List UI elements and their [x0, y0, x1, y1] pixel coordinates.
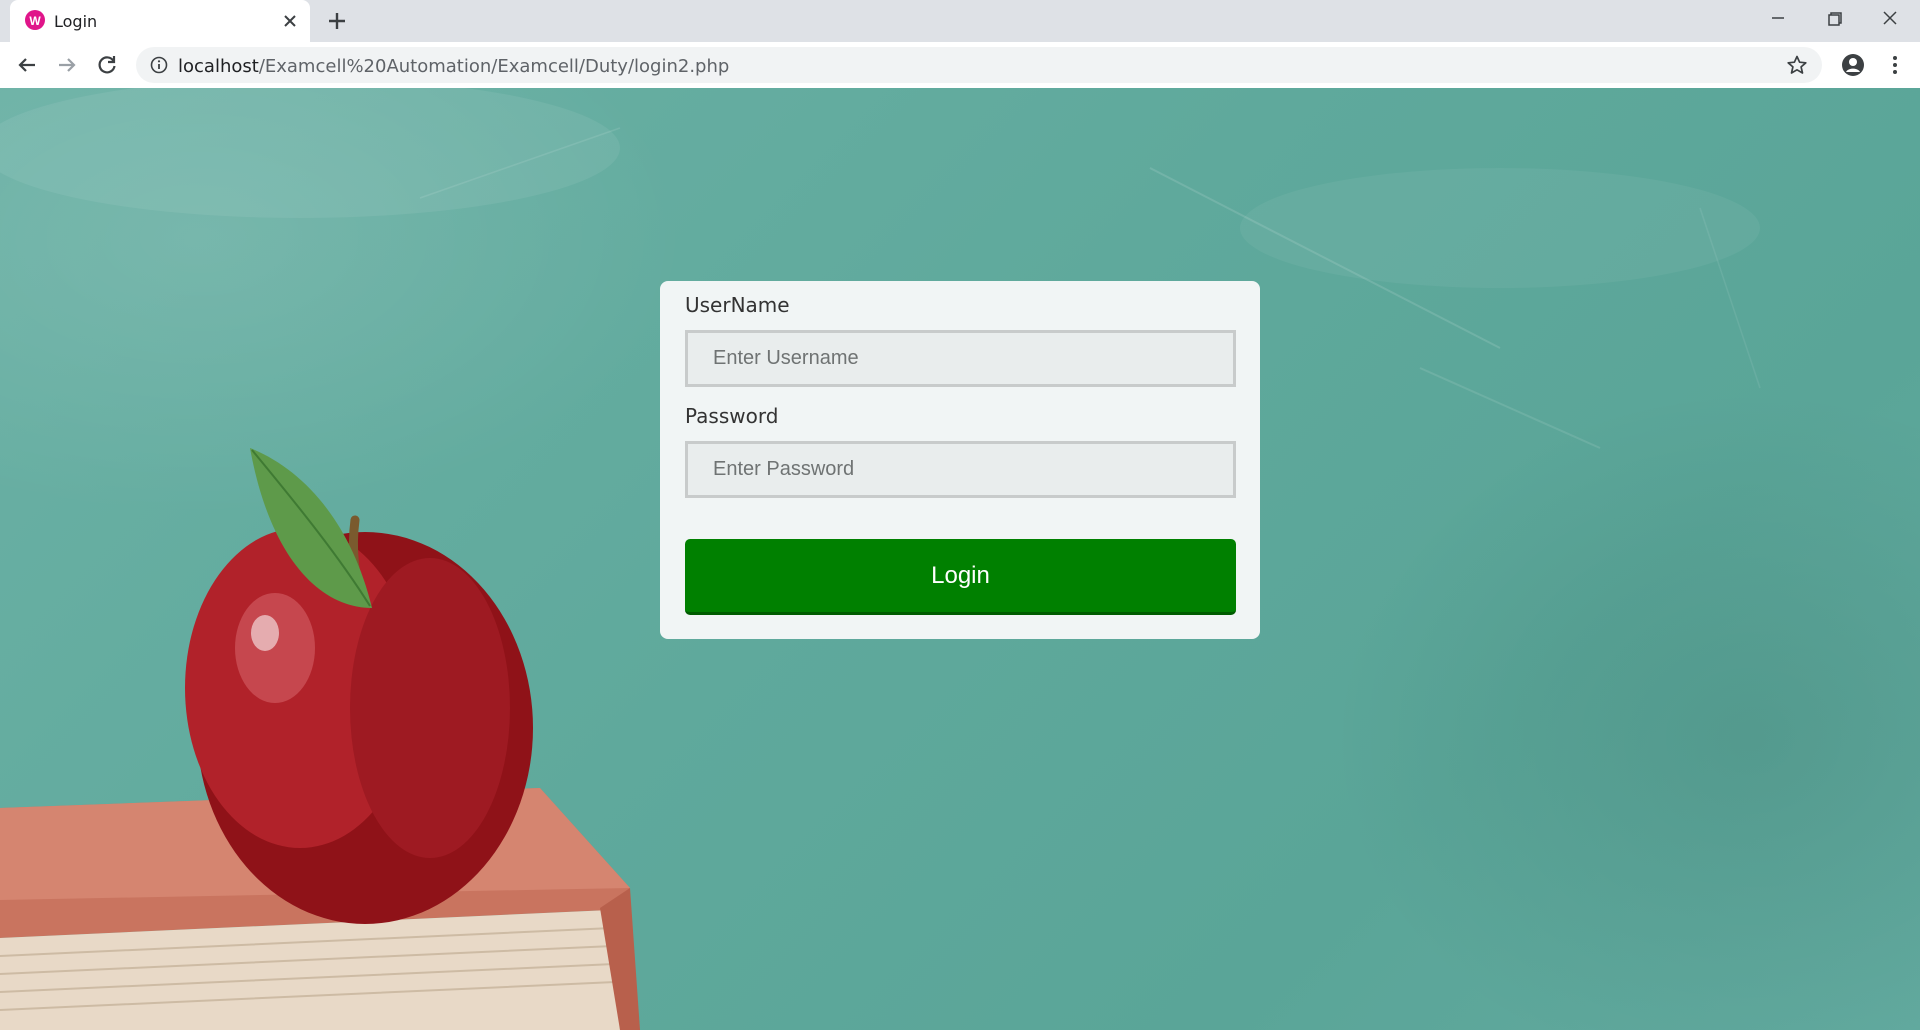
browser-toolbar: localhost/Examcell%20Automation/Examcell…: [0, 42, 1920, 89]
minimize-icon[interactable]: [1764, 8, 1792, 30]
plus-icon[interactable]: [326, 10, 348, 32]
restore-icon[interactable]: [1820, 8, 1848, 30]
reload-icon[interactable]: [94, 52, 120, 78]
close-window-icon[interactable]: [1876, 8, 1904, 30]
password-label: Password: [685, 404, 779, 428]
svg-text:W: W: [29, 14, 41, 28]
password-input[interactable]: [685, 441, 1236, 498]
tab-strip: W Login: [0, 0, 1920, 42]
tab-favicon-icon: W: [25, 10, 45, 30]
tab-title: Login: [54, 12, 98, 31]
menu-icon[interactable]: [1882, 52, 1908, 78]
info-icon[interactable]: [150, 56, 168, 74]
url-host: localhost: [178, 56, 259, 77]
forward-icon[interactable]: [54, 52, 80, 78]
back-icon[interactable]: [14, 52, 40, 78]
login-button[interactable]: Login: [685, 539, 1236, 615]
account-icon[interactable]: [1840, 52, 1866, 78]
url-text[interactable]: localhost/Examcell%20Automation/Examcell…: [178, 56, 729, 77]
username-label: UserName: [685, 293, 790, 317]
close-icon[interactable]: [280, 11, 300, 31]
username-input[interactable]: [685, 330, 1236, 387]
page-viewport: UserName Password Login: [0, 88, 1920, 1030]
star-icon[interactable]: [1786, 54, 1808, 76]
url-path: /Examcell%20Automation/Examcell/Duty/log…: [258, 56, 730, 77]
browser-tab[interactable]: W Login: [10, 0, 310, 42]
login-card: UserName Password Login: [660, 281, 1260, 639]
address-bar[interactable]: localhost/Examcell%20Automation/Examcell…: [136, 47, 1822, 83]
